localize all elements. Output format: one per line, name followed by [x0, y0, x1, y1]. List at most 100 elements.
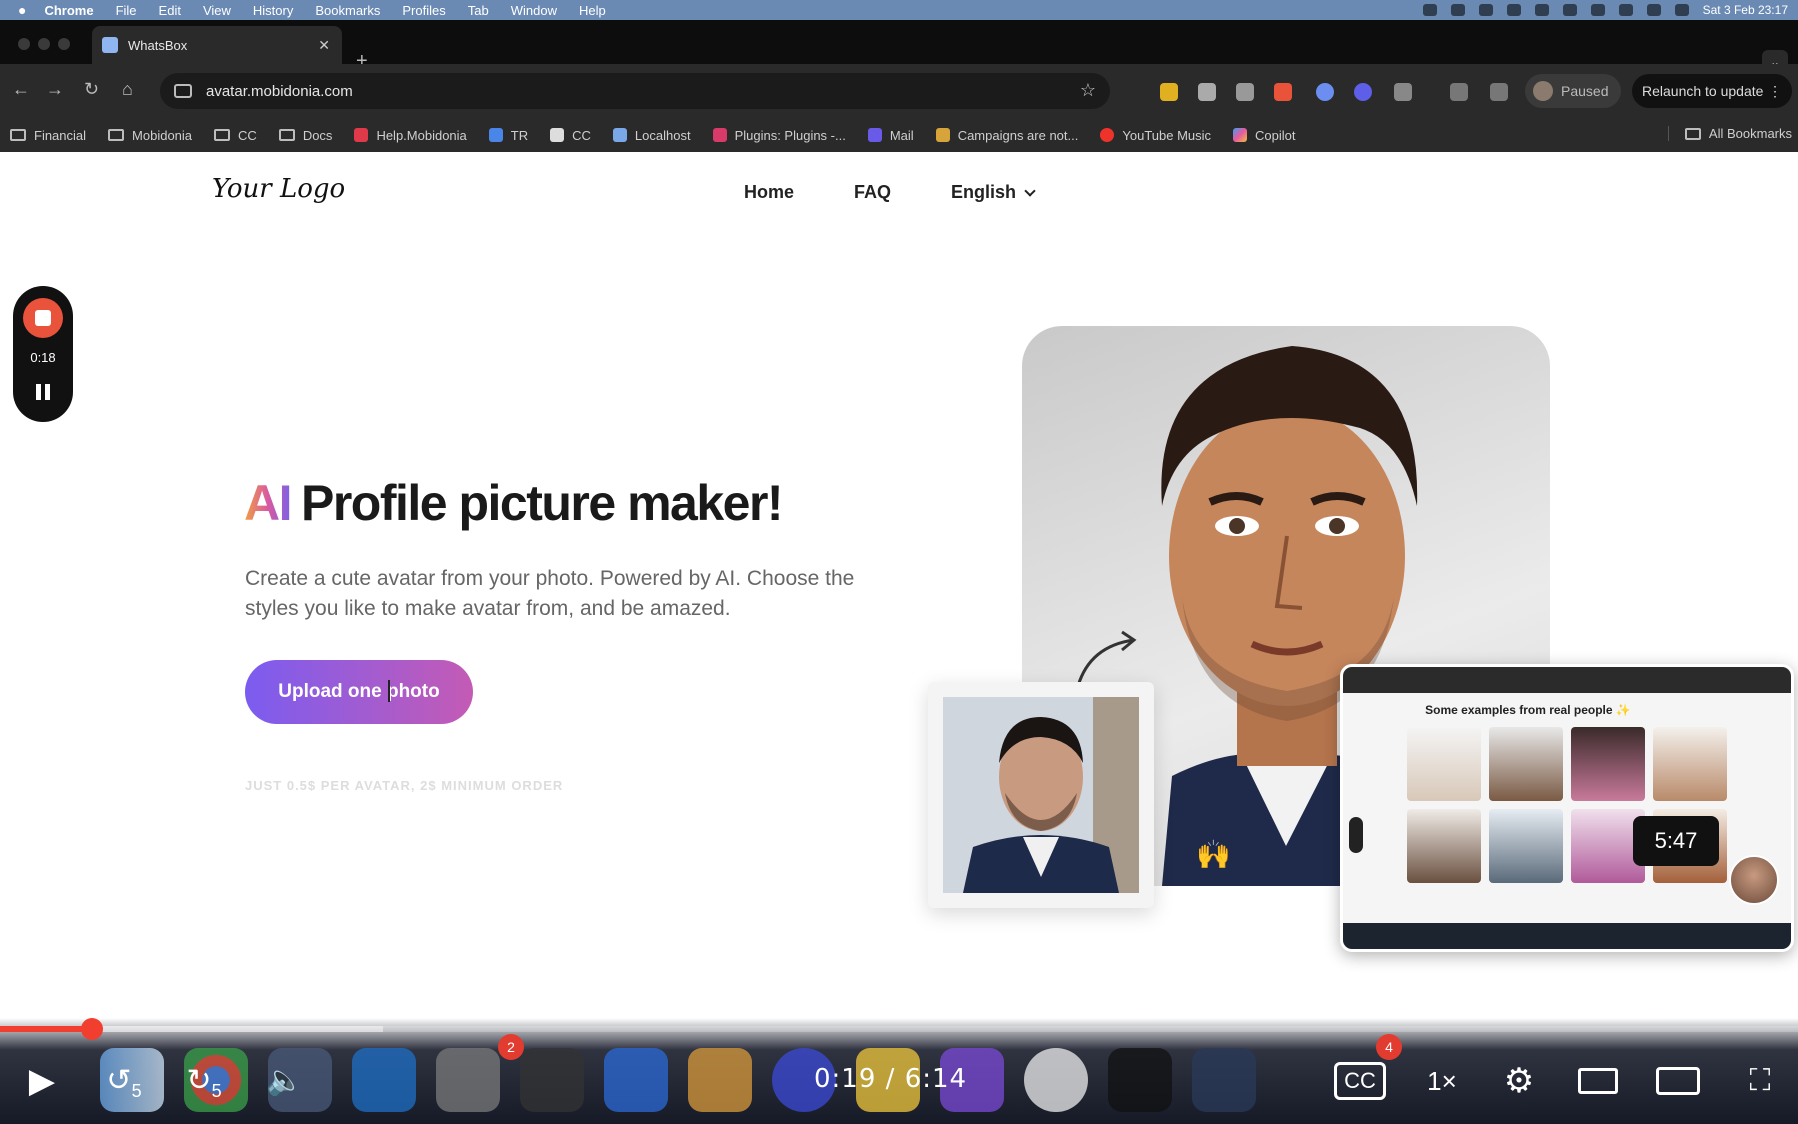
chevron-down-icon	[1024, 184, 1036, 197]
status-menu-icon[interactable]	[1422, 4, 1437, 16]
video-progress-bar[interactable]	[0, 1018, 1798, 1040]
language-dropdown[interactable]: English	[951, 182, 1036, 203]
bookmark-folder[interactable]: Docs	[278, 128, 332, 143]
menu-tab[interactable]: Tab	[468, 3, 489, 18]
cloud-icon[interactable]	[1562, 4, 1577, 16]
bookmark-folder[interactable]: Financial	[10, 128, 86, 143]
puzzle-extensions-icon[interactable]	[1394, 83, 1412, 101]
bookmark-star-icon[interactable]: ☆	[1080, 80, 1096, 101]
menu-bookmarks[interactable]: Bookmarks	[315, 3, 380, 18]
relaunch-to-update-button[interactable]: Relaunch to update ⋮	[1632, 74, 1792, 108]
status-menu-icon[interactable]	[1506, 4, 1521, 16]
bookmark-folder[interactable]: CC	[214, 128, 257, 143]
bookmark-label: Mail	[889, 127, 914, 143]
bookmark-folder[interactable]: Mobidonia	[108, 128, 192, 143]
nav-home-link[interactable]: Home	[744, 182, 794, 203]
menu-profiles[interactable]: Profiles	[402, 3, 445, 18]
source-photo-card	[928, 682, 1154, 908]
theater-mode-icon[interactable]	[1578, 1068, 1618, 1094]
status-menu-icon[interactable]	[1478, 4, 1493, 16]
extension-icon[interactable]	[1160, 83, 1178, 101]
scrubber-handle[interactable]	[80, 1018, 103, 1040]
status-menu-icon[interactable]	[1450, 4, 1465, 16]
more-vertical-icon[interactable]: ⋮	[1768, 74, 1782, 108]
bookmark-link[interactable]: Help.Mobidonia	[354, 127, 467, 143]
bookmark-link[interactable]: Campaigns are not...	[935, 128, 1078, 143]
search-icon[interactable]	[1646, 4, 1661, 16]
profile-paused-button[interactable]: Paused	[1525, 74, 1621, 108]
download-icon[interactable]	[1450, 83, 1468, 101]
menu-window[interactable]: Window	[511, 3, 557, 18]
stop-recording-button[interactable]	[23, 298, 63, 338]
bookmark-link[interactable]: TR	[488, 128, 528, 143]
source-photo-image	[943, 697, 1139, 893]
menu-history[interactable]: History	[253, 3, 293, 18]
menu-bar-status-area: Sat 3 Feb 23:17	[1422, 0, 1788, 20]
extension-icon[interactable]	[1274, 83, 1292, 101]
all-bookmarks-button[interactable]: All Bookmarks	[1667, 126, 1792, 141]
nav-faq-link[interactable]: FAQ	[854, 182, 891, 203]
avatar-example-thumb	[1407, 809, 1481, 883]
picture-in-picture-icon[interactable]	[1656, 1067, 1700, 1095]
extension-icon[interactable]	[1236, 83, 1254, 101]
bookmark-link[interactable]: CC	[550, 128, 591, 143]
play-icon[interactable]: ▶	[20, 1056, 64, 1106]
browser-tab-strip: WhatsBox ✕ + ⌄	[0, 20, 1798, 74]
bookmark-link[interactable]: Localhost	[612, 128, 691, 143]
bookmark-link[interactable]: Mail	[867, 127, 914, 143]
avatar-example-thumb	[1489, 809, 1563, 883]
menu-bar-clock[interactable]: Sat 3 Feb 23:17	[1703, 3, 1788, 17]
calculator-icon	[520, 1048, 584, 1112]
browser-toolbar: ← → ↻ ⌂ avatar.mobidonia.com ☆ Paused Re…	[0, 64, 1798, 118]
captions-cc-button[interactable]: CC	[1334, 1062, 1386, 1100]
forward-arrow-icon[interactable]: →	[46, 79, 64, 100]
side-panel-icon[interactable]	[1490, 83, 1508, 101]
tab-close-icon[interactable]: ✕	[318, 37, 330, 54]
pip-preview-window[interactable]: Some examples from real people ✨	[1340, 664, 1794, 952]
paused-label: Paused	[1561, 83, 1609, 99]
bookmark-link[interactable]: Plugins: Plugins -...	[712, 127, 846, 143]
pip-heading: Some examples from real people ✨	[1425, 703, 1631, 717]
close-window-button[interactable]	[18, 38, 30, 50]
menu-help[interactable]: Help	[579, 3, 606, 18]
menu-edit[interactable]: Edit	[159, 3, 181, 18]
upload-photo-button[interactable]: Upload one photo	[245, 660, 473, 724]
site-logo[interactable]: Your Logo	[212, 174, 345, 204]
extension-icon[interactable]	[1354, 83, 1372, 101]
wifi-icon[interactable]	[1618, 4, 1633, 16]
zoom-window-button[interactable]	[58, 38, 70, 50]
menu-app-name[interactable]: Chrome	[44, 3, 93, 18]
rewind-5-seconds-icon[interactable]: ↺5	[100, 1056, 148, 1116]
volume-icon[interactable]: 🔈	[260, 1056, 310, 1106]
home-icon[interactable]: ⌂	[122, 79, 133, 100]
hero-ai-word: AI	[244, 475, 293, 531]
bookmark-link[interactable]: Copilot	[1233, 128, 1296, 143]
forward-5-seconds-icon[interactable]: ↻5	[180, 1056, 228, 1116]
bookmark-link[interactable]: YouTube Music	[1100, 128, 1211, 143]
screen-recorder-widget: 0:18	[13, 286, 73, 422]
browser-tab-active[interactable]: WhatsBox ✕	[92, 26, 342, 64]
menu-file[interactable]: File	[116, 3, 137, 18]
address-bar[interactable]: avatar.mobidonia.com ☆	[160, 73, 1110, 109]
password-manager-icon[interactable]	[1316, 83, 1334, 101]
menu-view[interactable]: View	[203, 3, 231, 18]
site-info-icon[interactable]	[174, 84, 192, 98]
camera-extension-icon[interactable]	[1198, 83, 1216, 101]
apple-icon[interactable]: ●	[18, 2, 26, 18]
settings-gear-icon[interactable]: ⚙	[1494, 1056, 1544, 1106]
pause-icon[interactable]	[36, 384, 50, 400]
avatar-example-thumb	[1653, 727, 1727, 801]
minimize-window-button[interactable]	[38, 38, 50, 50]
bookmark-label: Plugins: Plugins -...	[734, 127, 846, 143]
bookmark-favicon-icon	[712, 128, 727, 142]
playback-speed-button[interactable]: 1×	[1420, 1056, 1464, 1106]
battery-icon[interactable]	[1590, 4, 1605, 16]
status-menu-icon[interactable]	[1534, 4, 1549, 16]
pip-recorder-widget	[1349, 817, 1363, 853]
reload-icon[interactable]: ↻	[84, 79, 99, 100]
fullscreen-icon[interactable]: ⛶	[1740, 1056, 1780, 1106]
tab-title: WhatsBox	[128, 37, 188, 53]
bookmark-label: Help.Mobidonia	[376, 127, 467, 143]
control-center-icon[interactable]	[1674, 4, 1689, 16]
back-arrow-icon[interactable]: ←	[12, 79, 30, 100]
